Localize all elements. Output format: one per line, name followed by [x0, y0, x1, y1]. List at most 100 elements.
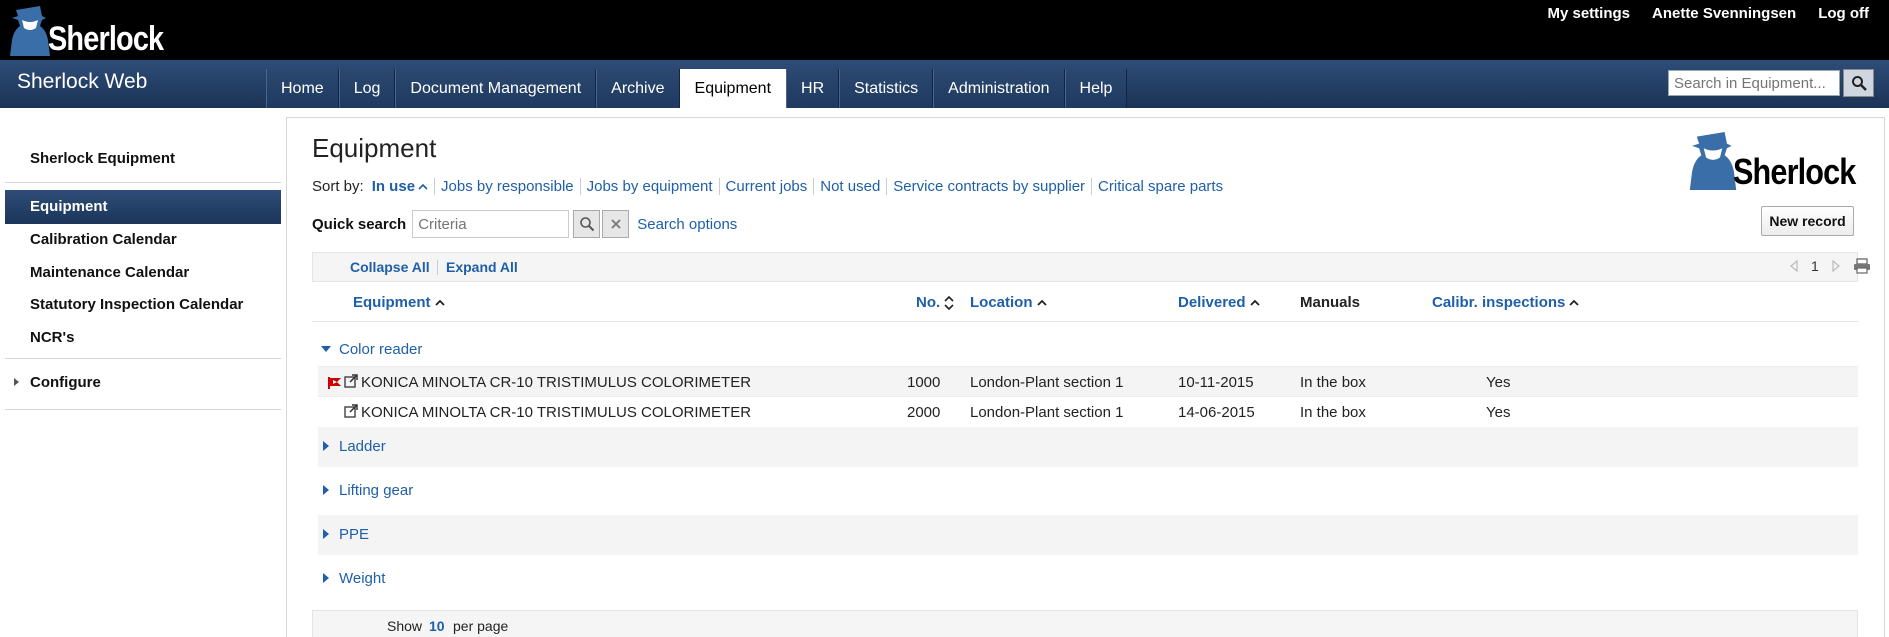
open-record-icon[interactable] — [344, 374, 358, 388]
sidebar-item-equipment[interactable]: Equipment — [5, 190, 281, 224]
table-row[interactable]: KONICA MINOLTA CR-10 TRISTIMULUS COLORIM… — [318, 366, 1858, 396]
group-color-reader[interactable]: Color reader — [318, 332, 1858, 368]
group-lifting-gear[interactable]: Lifting gear — [318, 471, 1858, 511]
divider — [5, 409, 281, 410]
column-equipment[interactable]: Equipment — [353, 294, 445, 311]
page-title: Equipment — [312, 133, 437, 163]
user-name-link[interactable]: Anette Svenningsen — [1652, 5, 1796, 22]
search-button[interactable] — [1843, 69, 1874, 97]
column-no[interactable]: No. — [916, 294, 954, 311]
close-icon — [611, 219, 621, 229]
flag-icon — [328, 377, 341, 389]
detective-icon — [10, 6, 50, 56]
sort-service-contracts[interactable]: Service contracts by supplier — [886, 178, 1091, 195]
cell-manuals: In the box — [1300, 374, 1366, 391]
cell-location: London-Plant section 1 — [970, 374, 1124, 391]
expand-arrow-icon — [323, 529, 329, 539]
tab-hr[interactable]: HR — [786, 69, 840, 108]
tab-statistics[interactable]: Statistics — [839, 69, 934, 108]
expand-all-link[interactable]: Expand All — [446, 259, 518, 275]
sort-up-icon — [1569, 299, 1580, 306]
table-header: Equipment No. Location Delivered Manuals… — [312, 282, 1858, 322]
sidebar-item-statutory-inspection-calendar[interactable]: Statutory Inspection Calendar — [30, 296, 243, 313]
tab-log[interactable]: Log — [338, 69, 396, 108]
cell-no: 2000 — [907, 404, 941, 421]
tab-help[interactable]: Help — [1064, 69, 1128, 108]
table-row[interactable]: KONICA MINOLTA CR-10 TRISTIMULUS COLORIM… — [318, 396, 1858, 426]
top-bar: Sherlock My settings Anette Svenningsen … — [0, 0, 1889, 60]
pager: 1 — [1789, 258, 1871, 274]
collapse-all-link[interactable]: Collapse All — [350, 259, 430, 275]
tab-administration[interactable]: Administration — [933, 69, 1065, 108]
expand-arrow-icon — [323, 573, 329, 583]
expand-arrow-icon — [323, 485, 329, 495]
sidebar-item-calibration-calendar[interactable]: Calibration Calendar — [30, 231, 177, 248]
group-label: Ladder — [339, 438, 386, 455]
sort-up-icon — [1249, 299, 1260, 306]
tab-document-management[interactable]: Document Management — [395, 69, 597, 108]
log-off-link[interactable]: Log off — [1818, 5, 1869, 22]
sort-jobs-by-equipment[interactable]: Jobs by equipment — [579, 178, 719, 195]
sort-label: Sort by: — [312, 178, 364, 195]
page-number[interactable]: 1 — [1811, 258, 1819, 274]
sidebar-item-maintenance-calendar[interactable]: Maintenance Calendar — [30, 264, 189, 281]
cell-calibr-inspections: Yes — [1486, 404, 1511, 421]
group-label: Weight — [339, 570, 386, 587]
column-calibr-inspections[interactable]: Calibr. inspections — [1432, 294, 1580, 311]
column-location[interactable]: Location — [970, 294, 1047, 311]
sidebar-item-label: Equipment — [30, 198, 108, 215]
sort-jobs-by-responsible[interactable]: Jobs by responsible — [434, 178, 580, 195]
sidebar-title: Sherlock Equipment — [30, 150, 176, 167]
sidebar-item-configure[interactable]: Configure — [30, 374, 101, 391]
chevron-up-icon — [418, 183, 428, 190]
group-label: Lifting gear — [339, 482, 414, 499]
sort-in-use[interactable]: In use — [372, 178, 434, 195]
previous-page-icon[interactable] — [1789, 260, 1799, 272]
column-manuals: Manuals — [1300, 294, 1361, 311]
expand-arrow-icon — [323, 441, 329, 451]
sidebar-item-ncrs[interactable]: NCR's — [30, 329, 74, 346]
print-icon[interactable] — [1853, 258, 1871, 274]
column-delivered[interactable]: Delivered — [1178, 294, 1260, 311]
group-ladder[interactable]: Ladder — [318, 427, 1858, 467]
nav-bar: Sherlock Web Home Log Document Managemen… — [0, 60, 1889, 108]
sort-not-used[interactable]: Not used — [813, 178, 886, 195]
group-label: PPE — [339, 526, 370, 543]
group-ppe[interactable]: PPE — [318, 515, 1858, 555]
quick-search-button[interactable] — [573, 210, 601, 238]
next-page-icon[interactable] — [1831, 260, 1841, 272]
expand-arrow-icon[interactable] — [14, 378, 19, 386]
clear-search-button[interactable] — [602, 210, 630, 238]
logo-text: Sherlock — [48, 20, 164, 58]
cell-equipment[interactable]: KONICA MINOLTA CR-10 TRISTIMULUS COLORIM… — [361, 374, 751, 391]
divider — [437, 260, 438, 275]
logo-text: Sherlock — [1733, 151, 1856, 192]
new-record-button[interactable]: New record — [1761, 206, 1854, 236]
open-record-icon[interactable] — [344, 404, 358, 418]
magnifier-icon — [579, 217, 594, 232]
search-input[interactable] — [1668, 70, 1840, 96]
sherlock-logo-large: Sherlock — [1685, 132, 1877, 190]
search-options-link[interactable]: Search options — [637, 216, 737, 233]
cell-equipment[interactable]: KONICA MINOLTA CR-10 TRISTIMULUS COLORIM… — [361, 404, 751, 421]
divider — [5, 182, 281, 183]
my-settings-link[interactable]: My settings — [1547, 5, 1630, 22]
tab-archive[interactable]: Archive — [596, 69, 680, 108]
per-page-select[interactable]: 10 — [429, 618, 445, 634]
brand-title: Sherlock Web — [17, 70, 148, 93]
list-toolbar: Collapse All Expand All 1 — [312, 252, 1870, 282]
group-weight[interactable]: Weight — [318, 559, 1858, 599]
search-icon — [1851, 76, 1867, 91]
sort-critical-spare-parts[interactable]: Critical spare parts — [1091, 178, 1229, 195]
collapse-arrow-icon — [321, 346, 331, 352]
tab-equipment[interactable]: Equipment — [679, 69, 787, 108]
group-label: Color reader — [339, 341, 423, 358]
show-label: Show — [387, 618, 423, 634]
sort-up-icon — [1036, 299, 1047, 306]
sidebar: Sherlock Equipment Equipment Calibration… — [0, 108, 286, 637]
sort-current-jobs[interactable]: Current jobs — [718, 178, 814, 195]
quick-search-input[interactable] — [412, 210, 570, 238]
tab-home[interactable]: Home — [266, 69, 339, 108]
cell-delivered: 10-11-2015 — [1178, 374, 1254, 391]
sherlock-logo[interactable]: Sherlock — [6, 2, 184, 56]
